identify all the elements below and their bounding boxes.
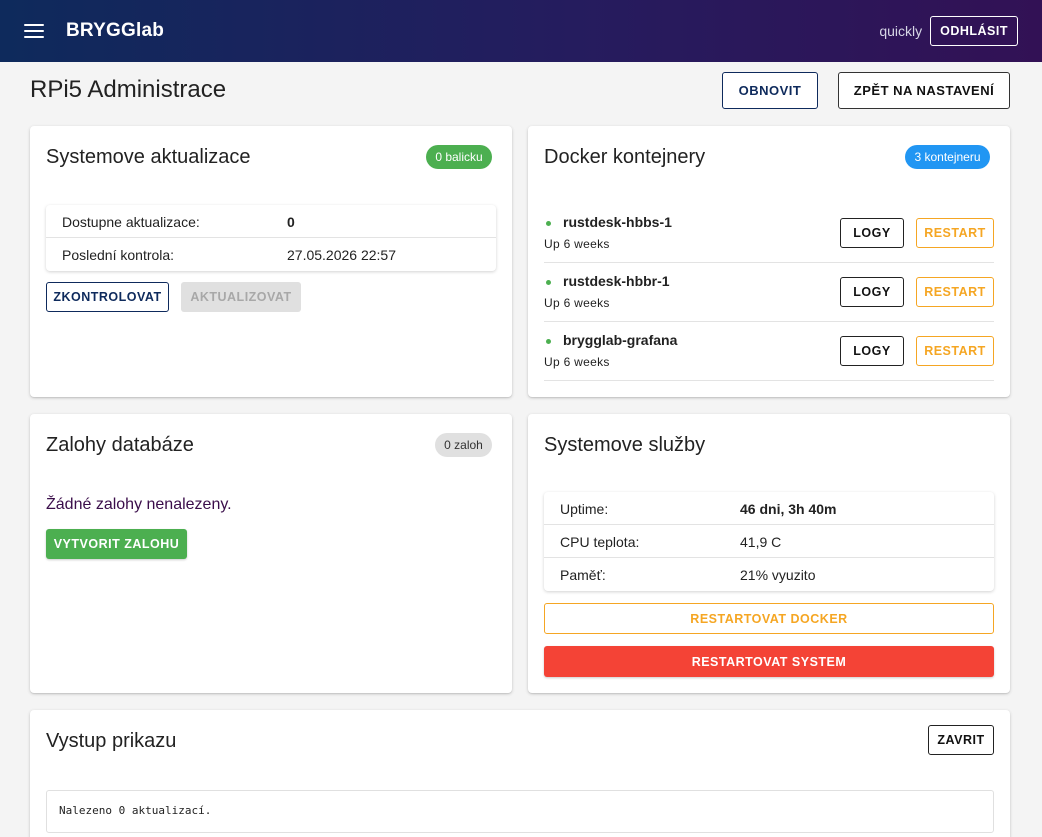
app-header: BRYGGlab quickly ODHLÁSIT [0, 0, 1042, 62]
command-output-text: Nalezeno 0 aktualizací. [46, 790, 994, 833]
info-row-uptime: Uptime: 46 dni, 3h 40m [544, 492, 994, 525]
close-output-button[interactable]: ZAVRIT [928, 725, 994, 755]
user-area: quickly ODHLÁSIT [879, 16, 1018, 46]
status-dot-icon [546, 339, 551, 344]
info-label: Dostupne aktualizace: [62, 214, 200, 230]
info-value: 41,9 C [740, 534, 782, 550]
refresh-button[interactable]: OBNOVIT [722, 72, 818, 109]
restart-container-button[interactable]: RESTART [916, 336, 994, 366]
container-status: Up 6 weeks [544, 296, 610, 310]
containers-badge: 3 kontejneru [905, 145, 990, 169]
container-status: Up 6 weeks [544, 355, 610, 369]
container-name: rustdesk-hbbr-1 [563, 273, 670, 289]
status-dot-icon [546, 280, 551, 285]
apply-updates-button[interactable]: AKTUALIZOVAT [181, 282, 301, 312]
logout-button[interactable]: ODHLÁSIT [930, 16, 1018, 46]
info-value: 27.05.2026 22:57 [287, 247, 396, 263]
services-info-table: Uptime: 46 dni, 3h 40m CPU teplota: 41,9… [544, 492, 994, 591]
container-row: rustdesk-hbbr-1 Up 6 weeks LOGY RESTART [544, 263, 994, 322]
logs-button[interactable]: LOGY [840, 218, 904, 248]
container-name: rustdesk-hbbs-1 [563, 214, 672, 230]
system-updates-card: Systemove aktualizace 0 balicku Dostupne… [30, 126, 512, 397]
info-value: 46 dni, 3h 40m [740, 501, 837, 517]
card-title: Zalohy databáze [46, 434, 194, 456]
system-services-card: Systemove služby Uptime: 46 dni, 3h 40m … [528, 414, 1010, 693]
info-value: 21% vyuzito [740, 567, 816, 583]
container-row: brygglab-grafana Up 6 weeks LOGY RESTART [544, 322, 994, 381]
card-title: Vystup prikazu [46, 730, 177, 752]
brand-logo[interactable]: BRYGGlab [66, 20, 164, 42]
info-row-memory: Paměť: 21% vyuzito [544, 558, 994, 591]
back-to-settings-button[interactable]: ZPĚT NA NASTAVENÍ [838, 72, 1010, 109]
info-label: Poslední kontrola: [62, 247, 175, 263]
info-label: Uptime: [560, 501, 609, 517]
command-output-card: Vystup prikazu ZAVRIT Nalezeno 0 aktuali… [30, 710, 1010, 837]
no-backups-message: Žádné zalohy nenalezeny. [46, 496, 232, 513]
backups-badge: 0 zaloh [435, 433, 492, 457]
docker-containers-card: Docker kontejnery 3 kontejneru rustdesk-… [528, 126, 1010, 397]
logs-button[interactable]: LOGY [840, 336, 904, 366]
card-title: Docker kontejnery [544, 146, 706, 168]
restart-container-button[interactable]: RESTART [916, 277, 994, 307]
check-updates-button[interactable]: ZKONTROLOVAT [46, 282, 169, 312]
create-backup-button[interactable]: VYTVORIT ZALOHU [46, 529, 187, 559]
card-title: Systemove služby [544, 434, 706, 456]
username: quickly [879, 23, 923, 39]
page-title: RPi5 Administrace [30, 76, 227, 103]
container-name: brygglab-grafana [563, 332, 678, 348]
container-row: rustdesk-hbbs-1 Up 6 weeks LOGY RESTART [544, 204, 994, 263]
hamburger-menu-icon[interactable] [24, 24, 44, 38]
card-title: Systemove aktualizace [46, 146, 251, 168]
info-row-cpu-temp: CPU teplota: 41,9 C [544, 525, 994, 558]
restart-system-button[interactable]: RESTARTOVAT SYSTEM [544, 646, 994, 677]
status-dot-icon [546, 221, 551, 226]
container-status: Up 6 weeks [544, 237, 610, 251]
info-row-last-check: Poslední kontrola: 27.05.2026 22:57 [46, 238, 496, 271]
packages-badge: 0 balicku [426, 145, 492, 169]
logs-button[interactable]: LOGY [840, 277, 904, 307]
info-label: Paměť: [560, 567, 606, 583]
restart-container-button[interactable]: RESTART [916, 218, 994, 248]
info-label: CPU teplota: [560, 534, 640, 550]
info-row-available: Dostupne aktualizace: 0 [46, 205, 496, 238]
database-backups-card: Zalohy databáze 0 zaloh Žádné zalohy nen… [30, 414, 512, 693]
restart-docker-button[interactable]: RESTARTOVAT DOCKER [544, 603, 994, 634]
updates-info-table: Dostupne aktualizace: 0 Poslední kontrol… [46, 205, 496, 271]
info-value: 0 [287, 214, 295, 230]
